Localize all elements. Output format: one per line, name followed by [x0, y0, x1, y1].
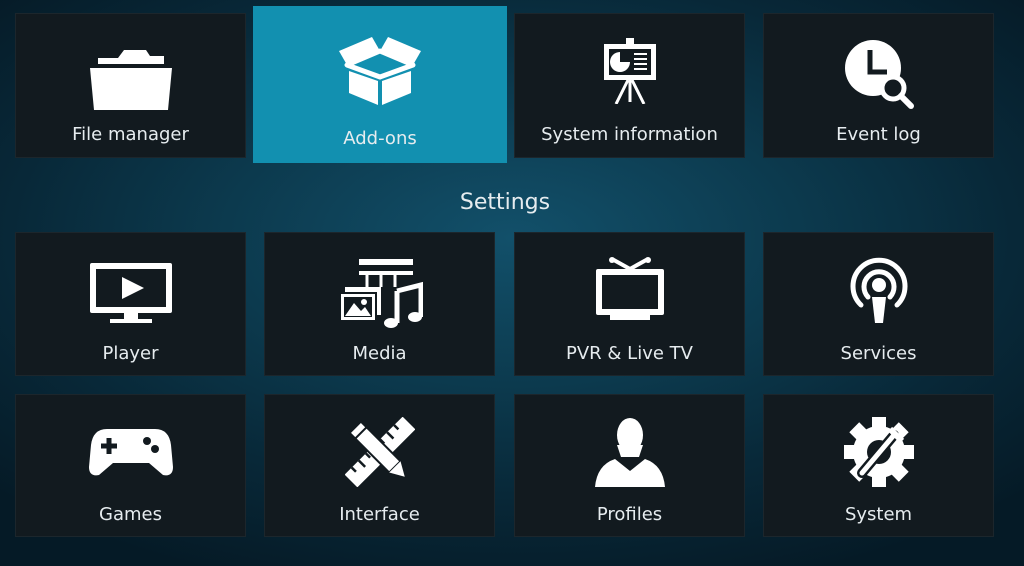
tile-label: System: [844, 504, 913, 525]
podcast-icon: [847, 255, 911, 325]
monitor-play-icon: [88, 261, 174, 325]
tile-label: File manager: [72, 124, 189, 145]
tile-event-log[interactable]: Event log: [763, 13, 994, 158]
tile-label: Services: [840, 343, 917, 364]
folder-icon: [88, 46, 174, 112]
presentation-board-icon: [602, 38, 658, 104]
tile-services[interactable]: Services: [763, 232, 994, 376]
tile-label: System information: [541, 124, 718, 145]
tile-interface[interactable]: Interface: [264, 394, 495, 537]
tile-player[interactable]: Player: [15, 232, 246, 376]
tile-system-information[interactable]: System information: [514, 13, 745, 158]
media-library-icon: [337, 257, 423, 329]
pencil-ruler-icon: [344, 417, 415, 487]
clock-search-icon: [843, 38, 915, 110]
tile-label: Event log: [836, 124, 921, 145]
gear-tools-icon: [842, 415, 916, 489]
tile-system[interactable]: System: [763, 394, 994, 537]
tile-profiles[interactable]: Profiles: [514, 394, 745, 537]
tile-games[interactable]: Games: [15, 394, 246, 537]
tile-label: Media: [352, 343, 407, 364]
tile-media[interactable]: Media: [264, 232, 495, 376]
tile-label: PVR & Live TV: [566, 343, 693, 364]
person-icon: [593, 415, 667, 487]
tile-label: Games: [99, 504, 162, 525]
tile-label: Player: [102, 343, 159, 364]
tile-add-ons[interactable]: Add-ons: [253, 6, 507, 163]
tile-label: Interface: [339, 504, 420, 525]
settings-heading: Settings: [459, 190, 551, 215]
tile-pvr-live-tv[interactable]: PVR & Live TV: [514, 232, 745, 376]
screen: { "top_row": [ {"label": "File manager",…: [0, 0, 1024, 566]
gamepad-icon: [88, 425, 173, 479]
box-icon: [335, 31, 425, 109]
tile-file-manager[interactable]: File manager: [15, 13, 246, 158]
tile-label: Add-ons: [343, 128, 417, 149]
tile-label: Profiles: [596, 504, 663, 525]
tv-antenna-icon: [592, 257, 668, 323]
